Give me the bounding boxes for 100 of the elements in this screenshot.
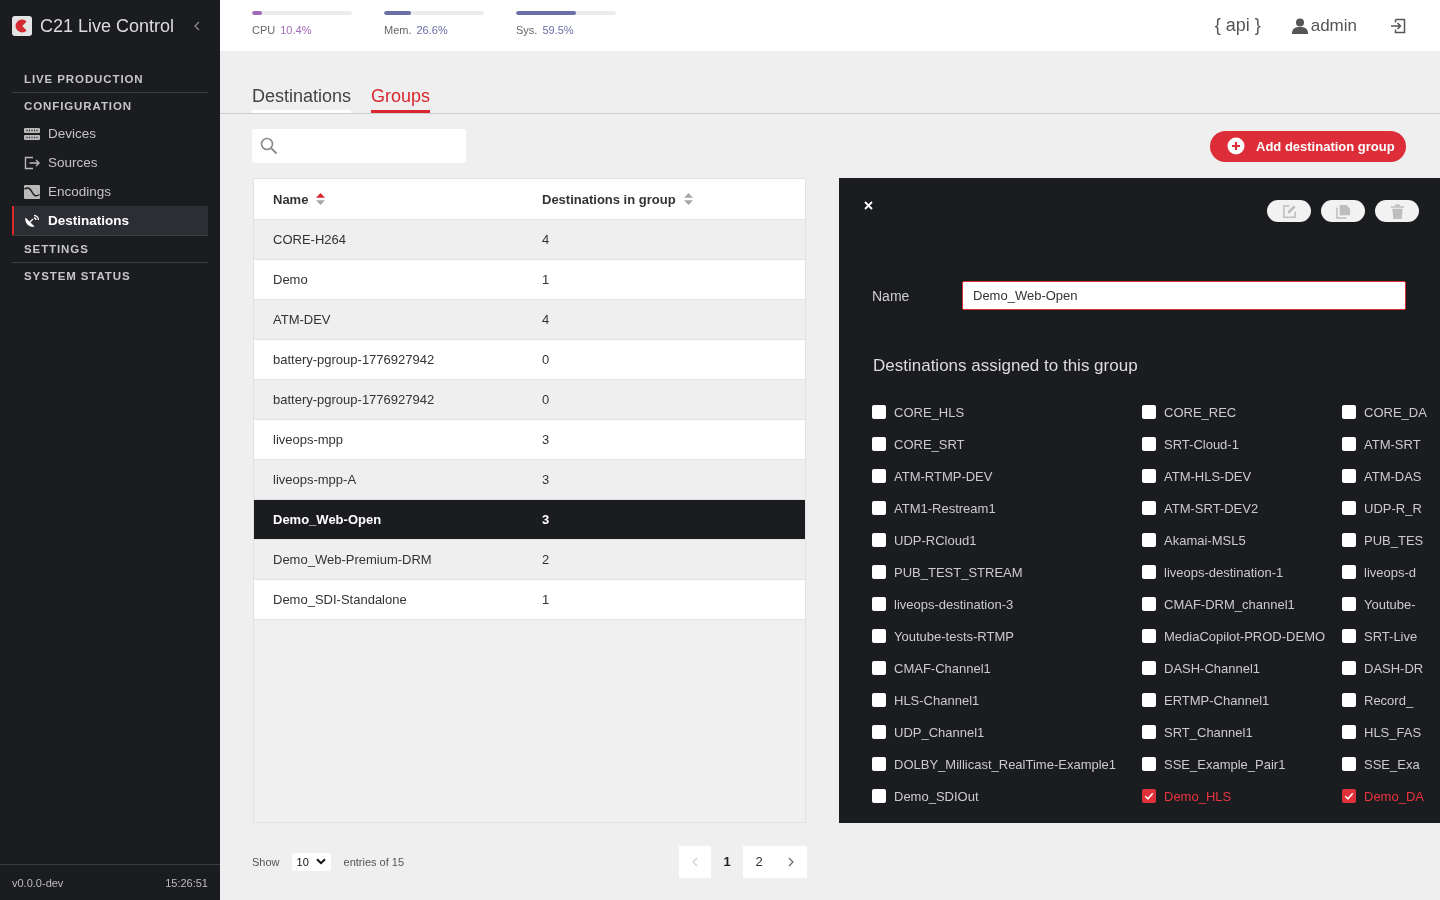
checkbox-label[interactable]: DASH-DR (1364, 660, 1424, 676)
checkbox[interactable] (1342, 661, 1356, 675)
checkbox[interactable] (1342, 629, 1356, 643)
column-header[interactable]: Name (273, 191, 326, 207)
checkbox-label[interactable]: DOLBY_Millicast_RealTime-Example1 (894, 756, 1117, 772)
logout-icon[interactable] (1390, 17, 1406, 34)
checkbox[interactable] (1142, 533, 1156, 547)
nav-item[interactable]: Sources (12, 148, 208, 177)
page-button[interactable]: 1 (711, 845, 743, 878)
checkbox[interactable] (872, 629, 886, 643)
api-link[interactable]: { api } (1214, 15, 1261, 36)
checkbox[interactable] (872, 501, 886, 515)
checkbox-label[interactable]: ATM-HLS-DEV (1164, 468, 1252, 484)
checkbox[interactable] (872, 437, 886, 451)
close-icon[interactable] (864, 201, 873, 210)
tab[interactable]: Groups (371, 80, 431, 113)
page-button[interactable]: 2 (743, 845, 775, 878)
checkbox[interactable] (1142, 789, 1156, 803)
checkbox[interactable] (1142, 693, 1156, 707)
duplicate-button[interactable] (1321, 200, 1365, 222)
checkbox[interactable] (1342, 533, 1356, 547)
checkbox-label[interactable]: HLS_FAS (1364, 724, 1422, 740)
nav-section-link[interactable]: LIVE PRODUCTION (12, 66, 208, 92)
checkbox-label[interactable]: Demo_DA (1364, 788, 1424, 804)
nav-item[interactable]: Devices (12, 119, 208, 148)
checkbox[interactable] (1142, 661, 1156, 675)
table-row[interactable]: Demo 1 (254, 260, 805, 300)
checkbox-label[interactable]: CMAF-Channel1 (894, 660, 991, 676)
checkbox[interactable] (872, 469, 886, 483)
table-row[interactable]: battery-pgroup-1776927942 0 (254, 340, 805, 380)
checkbox-label[interactable]: UDP-R_R (1364, 500, 1422, 516)
checkbox-label[interactable]: SRT-Live (1364, 628, 1418, 644)
checkbox[interactable] (1142, 757, 1156, 771)
checkbox[interactable] (1342, 437, 1356, 451)
page-size-select[interactable]: 10 (291, 852, 331, 871)
checkbox-label[interactable]: DASH-Channel1 (1164, 660, 1261, 676)
checkbox-label[interactable]: SRT-Cloud-1 (1164, 436, 1239, 452)
nav-section-link[interactable]: SETTINGS (12, 236, 208, 262)
checkbox-label[interactable]: ATM-DAS (1364, 468, 1422, 484)
checkbox-label[interactable]: Youtube-tests-RTMP (894, 628, 1014, 644)
checkbox[interactable] (1342, 757, 1356, 771)
checkbox-label[interactable]: CORE_DA (1364, 404, 1427, 420)
column-header[interactable]: Destinations in group (542, 191, 693, 207)
table-row[interactable]: Demo_Web-Open 3 (254, 500, 805, 540)
checkbox-label[interactable]: Demo_SDIOut (894, 788, 979, 804)
checkbox[interactable] (872, 789, 886, 803)
checkbox[interactable] (1142, 597, 1156, 611)
checkbox-label[interactable]: liveops-d (1364, 564, 1417, 580)
checkbox[interactable] (1342, 469, 1356, 483)
checkbox[interactable] (872, 533, 886, 547)
checkbox-label[interactable]: HLS-Channel1 (894, 692, 980, 708)
checkbox[interactable] (1342, 597, 1356, 611)
search-field[interactable] (252, 129, 466, 163)
chevron-left-icon[interactable] (194, 21, 200, 31)
checkbox[interactable] (1342, 501, 1356, 515)
checkbox-label[interactable]: SSE_Example_Pair1 (1164, 756, 1286, 772)
user-menu[interactable]: admin (1291, 15, 1357, 36)
add-destination-group-button[interactable]: Add destination group (1210, 130, 1406, 162)
next-page-button[interactable] (775, 845, 807, 878)
checkbox-label[interactable]: CORE_HLS (894, 404, 965, 420)
checkbox-label[interactable]: liveops-destination-1 (1164, 564, 1284, 580)
checkbox[interactable] (872, 693, 886, 707)
checkbox-label[interactable]: CORE_SRT (894, 436, 965, 452)
checkbox[interactable] (1342, 693, 1356, 707)
checkbox-label[interactable]: MediaCopilot-PROD-DEMO (1164, 628, 1326, 644)
checkbox[interactable] (872, 597, 886, 611)
checkbox[interactable] (872, 757, 886, 771)
checkbox[interactable] (1142, 565, 1156, 579)
nav-section-link[interactable]: CONFIGURATION (12, 93, 208, 119)
checkbox-label[interactable]: ATM-SRT (1364, 436, 1421, 452)
checkbox-label[interactable]: SRT_Channel1 (1164, 724, 1253, 740)
table-row[interactable]: liveops-mpp 3 (254, 420, 805, 460)
checkbox[interactable] (1142, 469, 1156, 483)
checkbox-label[interactable]: ATM-RTMP-DEV (894, 468, 993, 484)
checkbox-label[interactable]: Record_ (1364, 692, 1414, 708)
checkbox-label[interactable]: CORE_REC (1164, 404, 1237, 420)
name-input[interactable]: Demo_Web-Open (962, 281, 1406, 310)
nav-item[interactable]: Destinations (12, 206, 208, 235)
checkbox-label[interactable]: Demo_HLS (1164, 788, 1232, 804)
edit-button[interactable] (1267, 200, 1311, 222)
checkbox-label[interactable]: ATM1-Restream1 (894, 500, 996, 516)
checkbox[interactable] (872, 725, 886, 739)
checkbox[interactable] (1142, 501, 1156, 515)
checkbox[interactable] (1342, 789, 1356, 803)
checkbox-label[interactable]: ERTMP-Channel1 (1164, 692, 1270, 708)
checkbox[interactable] (1342, 725, 1356, 739)
checkbox[interactable] (1142, 405, 1156, 419)
checkbox-label[interactable]: PUB_TEST_STREAM (894, 564, 1023, 580)
checkbox[interactable] (872, 661, 886, 675)
checkbox-label[interactable]: UDP_Channel1 (894, 724, 985, 740)
tab[interactable]: Destinations (252, 80, 352, 113)
nav-item[interactable]: Encodings (12, 177, 208, 206)
checkbox-label[interactable]: UDP-RCloud1 (894, 532, 977, 548)
delete-button[interactable] (1375, 200, 1419, 222)
checkbox-label[interactable]: ATM-SRT-DEV2 (1164, 500, 1259, 516)
checkbox-label[interactable]: Youtube- (1364, 596, 1416, 612)
checkbox-label[interactable]: liveops-destination-3 (894, 596, 1014, 612)
checkbox-label[interactable]: SSE_Exa (1364, 756, 1420, 772)
checkbox-label[interactable]: Akamai-MSL5 (1164, 532, 1246, 548)
checkbox-label[interactable]: CMAF-DRM_channel1 (1164, 596, 1295, 612)
